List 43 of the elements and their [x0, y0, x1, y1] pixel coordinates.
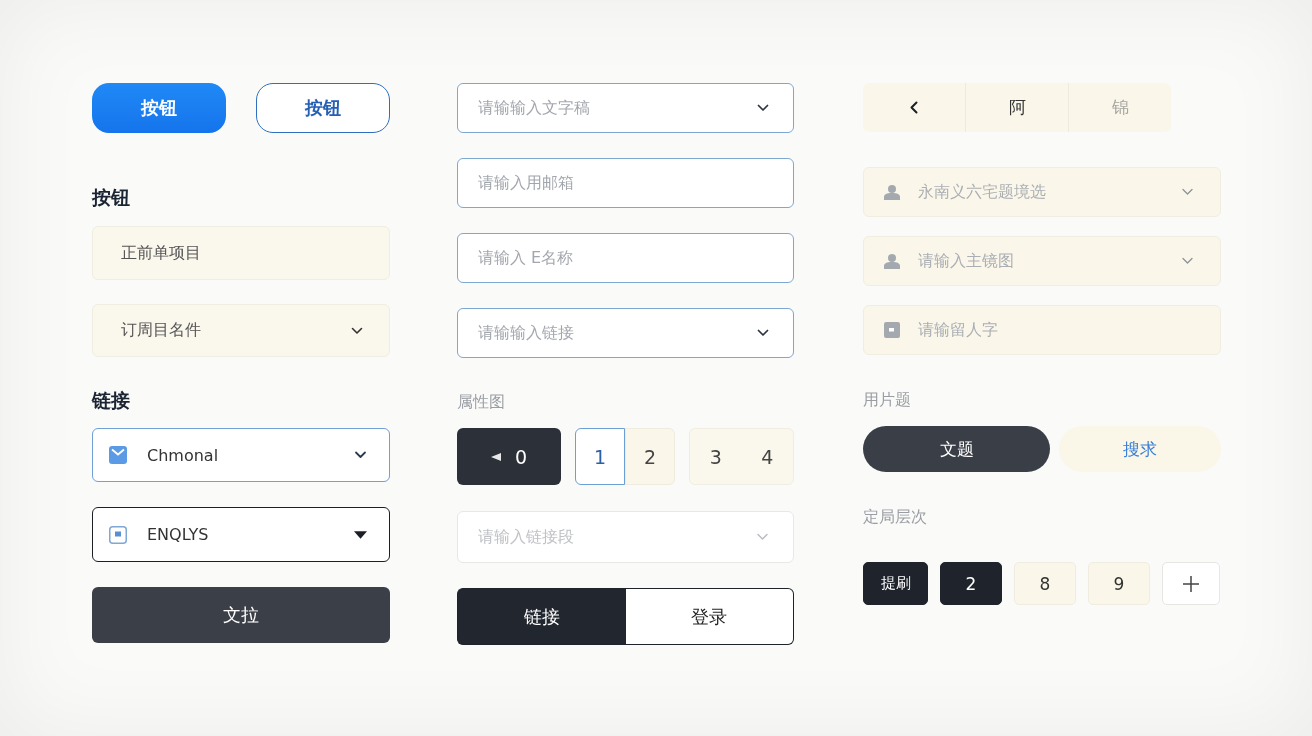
add-button[interactable] — [1162, 562, 1220, 605]
page-button[interactable]: 9 — [1088, 562, 1150, 605]
dropdown-field[interactable]: 订周目名件 — [92, 304, 390, 357]
square-icon — [884, 322, 900, 338]
select-field[interactable]: Chmonal — [92, 428, 390, 482]
text-field[interactable]: 正前单项目 — [92, 226, 390, 280]
toggle-button[interactable]: 2 — [625, 428, 675, 485]
chevron-down-icon — [1181, 257, 1194, 265]
page-button[interactable]: 2 — [940, 562, 1002, 605]
section-heading: 按钮 — [92, 186, 131, 208]
page-button[interactable]: 8 — [1014, 562, 1076, 605]
chevron-down-icon — [354, 451, 367, 459]
primary-button[interactable]: 按钮 — [92, 83, 226, 133]
switch-button[interactable]: 登录 — [625, 588, 794, 645]
switch-button[interactable]: 链接 — [457, 588, 626, 645]
caret-down-icon — [354, 530, 367, 539]
field-label: 用片题 — [863, 391, 912, 409]
section-heading: 链接 — [92, 389, 131, 411]
chevron-down-icon — [756, 533, 769, 541]
triangle-left-icon — [490, 452, 501, 461]
outline-button[interactable]: 按钮 — [256, 83, 390, 133]
pager-button[interactable]: 阿 — [965, 83, 1068, 132]
chevron-down-icon — [757, 104, 769, 112]
square-icon — [109, 525, 127, 544]
chevron-down-icon — [757, 329, 769, 337]
counter-button[interactable]: 0 — [457, 428, 561, 485]
user-icon — [884, 184, 900, 200]
submit-button[interactable]: 文拉 — [92, 587, 390, 643]
toggle-button[interactable]: 1 — [575, 428, 625, 485]
text-button[interactable]: 提刷 — [863, 562, 928, 605]
envelope-icon — [109, 446, 127, 464]
chevron-left-icon — [910, 101, 918, 114]
select-field[interactable]: ENQLYS — [92, 507, 390, 562]
user-icon — [884, 253, 900, 269]
field-label: 属性图 — [457, 393, 506, 411]
plus-icon — [1183, 575, 1199, 592]
number-text: 3 — [709, 445, 722, 468]
chevron-down-icon — [1181, 188, 1194, 196]
pill-button[interactable]: 文题 — [863, 426, 1051, 472]
pill-button[interactable]: 搜求 — [1059, 426, 1221, 472]
chevron-down-icon — [351, 326, 363, 335]
number-text: 4 — [761, 445, 774, 468]
field-label: 定局层次 — [863, 508, 928, 526]
